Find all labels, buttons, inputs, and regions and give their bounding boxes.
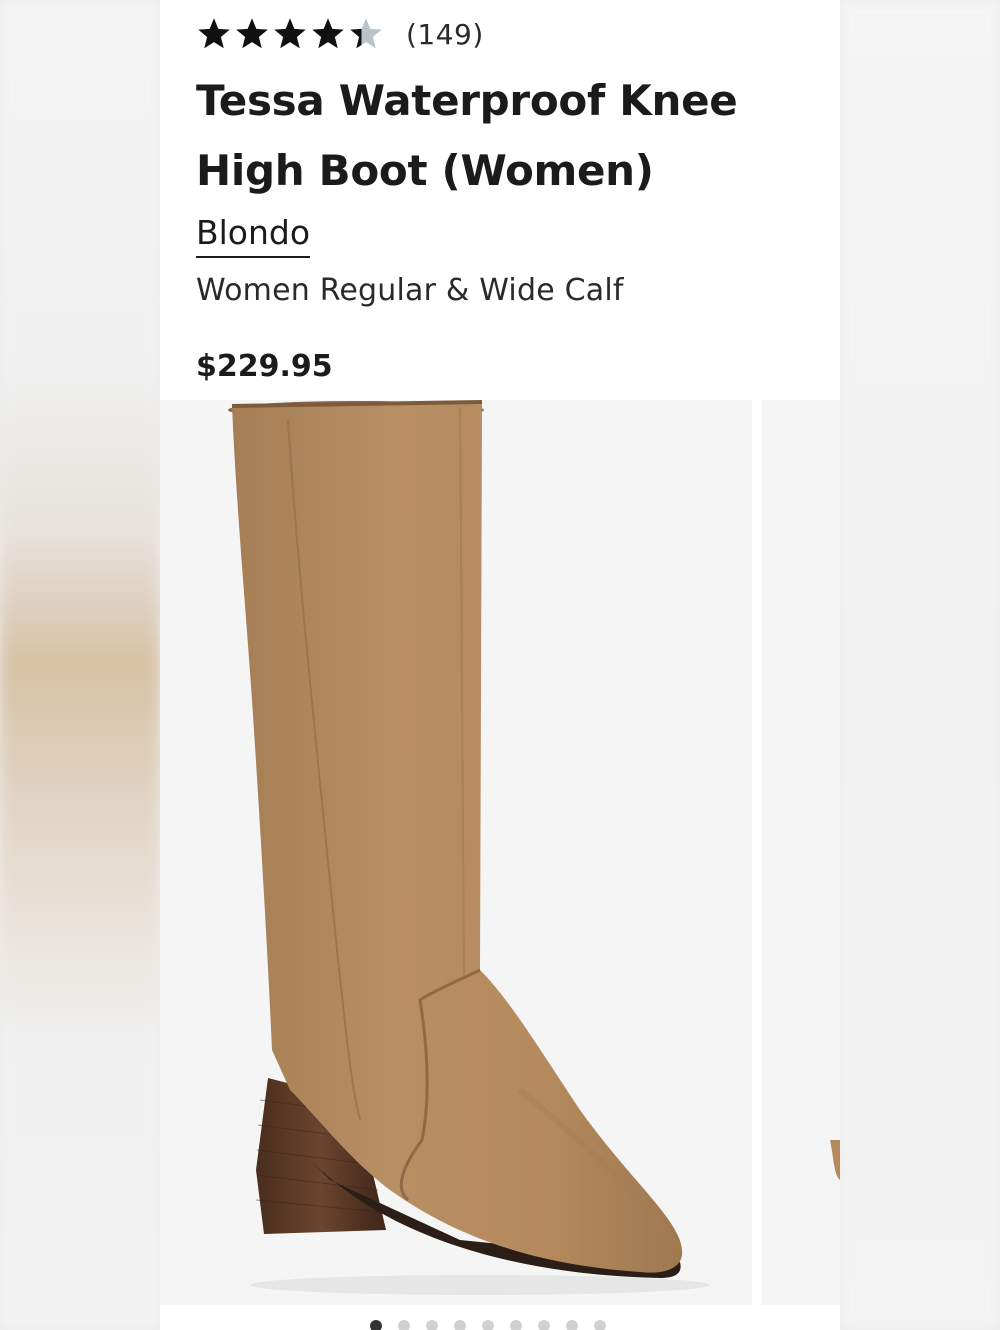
rating-row[interactable]: (149) (196, 14, 484, 54)
pagination-dot[interactable] (426, 1320, 438, 1330)
star-filled-icon (236, 18, 268, 49)
product-fit-info: Women Regular & Wide Calf (196, 273, 624, 308)
pagination-dot[interactable] (566, 1320, 578, 1330)
review-count[interactable]: (149) (406, 18, 484, 51)
star-half-icon (350, 18, 382, 49)
star-rating (196, 16, 384, 52)
gallery-pagination[interactable] (370, 1320, 606, 1330)
pagination-dot[interactable] (454, 1320, 466, 1330)
image-gallery[interactable] (160, 400, 840, 1305)
pagination-dot[interactable] (370, 1320, 382, 1330)
star-filled-icon (274, 18, 306, 49)
pagination-dot[interactable] (482, 1320, 494, 1330)
pagination-dot[interactable] (510, 1320, 522, 1330)
product-title: Tessa Waterproof Knee High Boot (Women) (196, 76, 738, 195)
pagination-dot[interactable] (538, 1320, 550, 1330)
product-price: $229.95 (196, 349, 333, 384)
pagination-dot[interactable] (398, 1320, 410, 1330)
boot-image (228, 400, 710, 1295)
backdrop-right (840, 0, 1000, 1330)
product-image[interactable] (160, 400, 752, 1305)
brand-link[interactable]: Blondo (196, 212, 311, 258)
next-image-thumbnail (830, 1140, 840, 1180)
pagination-dot[interactable] (594, 1320, 606, 1330)
star-filled-icon (198, 18, 230, 49)
star-filled-icon (312, 18, 344, 49)
backdrop-left (0, 0, 160, 1330)
next-product-image-peek[interactable] (762, 400, 840, 1305)
product-detail-screen: (149) Tessa Waterproof Knee High Boot (W… (160, 0, 840, 1330)
